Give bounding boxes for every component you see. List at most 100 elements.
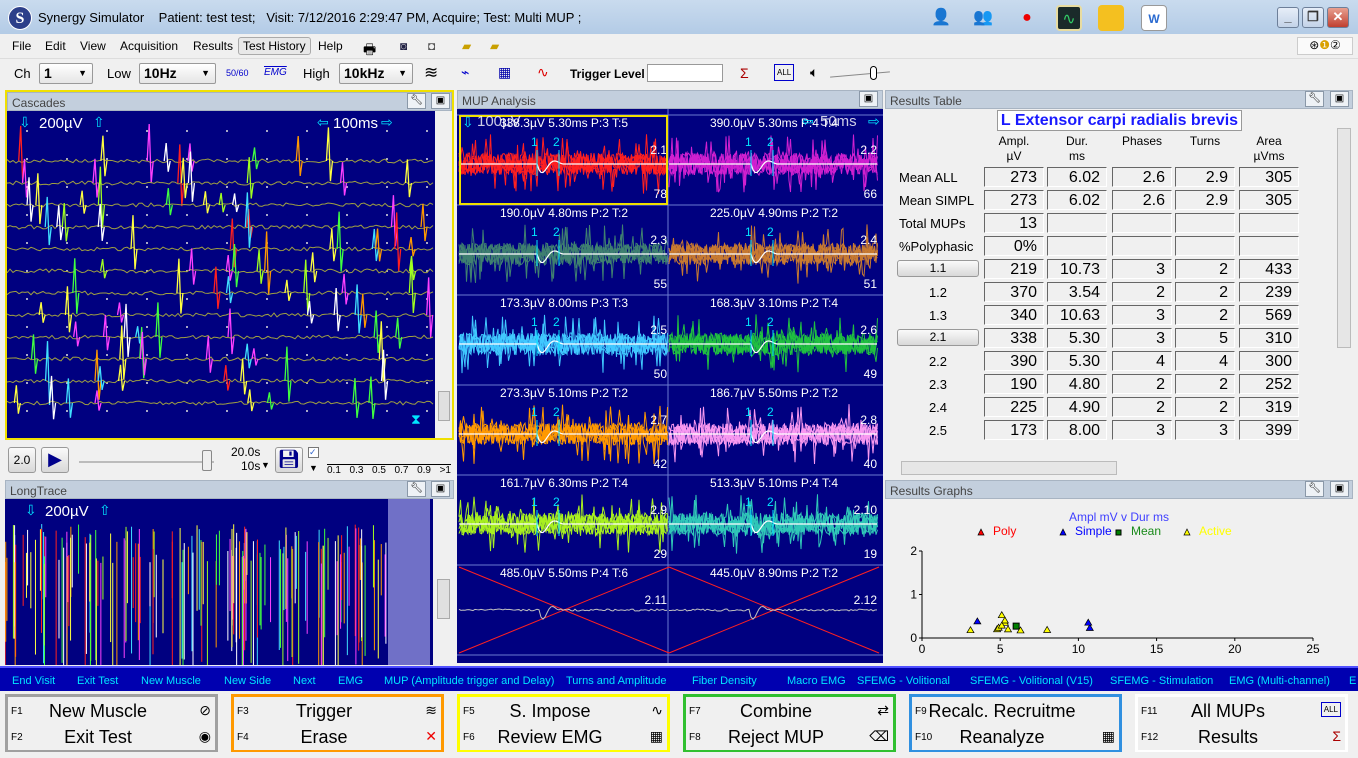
- mup-select-button[interactable]: 2.1: [897, 329, 979, 346]
- mup-cell[interactable]: 173.3µV 8.00ms P:3 T:3 2.5 50: [459, 295, 669, 385]
- gain-down-icon[interactable]: ⇩: [19, 114, 31, 131]
- test-tab[interactable]: New Muscle: [141, 675, 201, 687]
- video-off-icon[interactable]: ◘: [428, 39, 435, 53]
- timebase-right-icon[interactable]: ⇨: [381, 114, 393, 131]
- test-tab[interactable]: Fiber Density: [692, 675, 757, 687]
- trigger-level-input[interactable]: [647, 64, 723, 82]
- patient-import-icon[interactable]: 👥: [970, 5, 996, 31]
- fkey-s-impose-button[interactable]: F5 S. Impose ∿: [460, 698, 667, 724]
- mup-cell[interactable]: 190.0µV 4.80ms P:2 T:2 2.3 55: [459, 205, 669, 295]
- mup-cell[interactable]: 168.3µV 3.10ms P:2 T:4 2.6 49: [669, 295, 879, 385]
- mup-cell[interactable]: 513.3µV 5.10ms P:4 T:4 2.10 19: [669, 475, 879, 565]
- fkey-erase-button[interactable]: F4 Erase ✕: [234, 724, 441, 750]
- span-select[interactable]: 10s: [241, 459, 260, 473]
- fkey-reject-mup-button[interactable]: F8 Reject MUP ⌫: [686, 724, 893, 750]
- fkey-combine-button[interactable]: F7 Combine ⇄: [686, 698, 893, 724]
- test-tab[interactable]: SFEMG - Stimulation: [1110, 675, 1213, 687]
- gain-up-icon[interactable]: ⇧: [99, 502, 111, 519]
- gain-down-icon[interactable]: ⇩: [25, 502, 37, 519]
- test-tab[interactable]: SFEMG - Volitional: [857, 675, 950, 687]
- record-icon[interactable]: ●: [1014, 5, 1040, 31]
- gain-up-icon[interactable]: ⇧: [93, 114, 105, 131]
- fkey-recalc-recruitme-button[interactable]: F9 Recalc. Recruitme: [912, 698, 1119, 724]
- test-tab[interactable]: EMG: [338, 675, 363, 687]
- monitor-icon[interactable]: ∿: [1056, 5, 1082, 31]
- channel-select[interactable]: 1: [39, 63, 93, 84]
- mup-cell[interactable]: 445.0µV 8.90ms P:2 T:2 2.12: [669, 565, 879, 655]
- reject-mup-icon[interactable]: ⌁: [461, 64, 469, 81]
- wrench-icon[interactable]: 🔧︎: [1305, 91, 1324, 107]
- cascades-display[interactable]: ⇩ 200µV ⇧ ⇦ 100ms ⇨ ⧗: [6, 111, 435, 438]
- longtrace-scrollbar[interactable]: [435, 499, 452, 665]
- menu-results[interactable]: Results: [193, 39, 233, 53]
- longtrace-display[interactable]: ⇩ 200µV ⇧: [4, 499, 433, 665]
- all-mups-icon[interactable]: ALL: [774, 64, 795, 81]
- timebase-left-icon[interactable]: ⇦: [802, 113, 814, 130]
- results-sigma-icon[interactable]: Σ: [740, 65, 749, 81]
- panel-maximize-icon[interactable]: ▣: [1330, 481, 1349, 497]
- wrench-icon[interactable]: 🔧︎: [407, 93, 426, 109]
- test-tab[interactable]: Macro EMG: [787, 675, 846, 687]
- fkey-reanalyze-button[interactable]: F10 Reanalyze ▦: [912, 724, 1119, 750]
- menu-acquisition[interactable]: Acquisition: [120, 39, 178, 53]
- superimpose-icon[interactable]: ∿: [537, 64, 549, 81]
- fkey-results-button[interactable]: F12 Results Σ: [1138, 724, 1345, 750]
- test-tab[interactable]: Turns and Amplitude: [566, 675, 666, 687]
- wrench-icon[interactable]: 🔧︎: [1305, 481, 1324, 497]
- add-patient-icon[interactable]: 👤: [928, 5, 954, 31]
- camera-icon[interactable]: ◙: [400, 39, 407, 53]
- overlay-checkbox[interactable]: ✓: [308, 447, 319, 458]
- menu-edit[interactable]: Edit: [45, 39, 66, 53]
- results-hscrollbar[interactable]: [885, 460, 1336, 477]
- low-filter-select[interactable]: 10Hz: [139, 63, 216, 84]
- speed-button[interactable]: 2.0: [8, 447, 36, 473]
- volume-slider[interactable]: [830, 71, 890, 78]
- fkey-trigger-button[interactable]: F3 Trigger ≋: [234, 698, 441, 724]
- emg-filter-icon[interactable]: EMG: [264, 67, 287, 78]
- panel-maximize-icon[interactable]: ▣: [1330, 91, 1349, 107]
- test-tab[interactable]: Next: [293, 675, 316, 687]
- span-dropdown-icon[interactable]: ▼: [261, 460, 270, 470]
- mup-select-button[interactable]: 1.1: [897, 260, 979, 277]
- gain-down-icon[interactable]: ⇩: [462, 114, 474, 131]
- test-tab[interactable]: End Visit: [12, 675, 55, 687]
- panel-maximize-icon[interactable]: ▣: [431, 93, 450, 109]
- playback-slider-thumb[interactable]: [202, 450, 212, 471]
- folder-icon[interactable]: [1098, 5, 1124, 31]
- wrench-icon[interactable]: 🔧︎: [407, 481, 426, 497]
- minimize-button[interactable]: _: [1277, 7, 1299, 28]
- mup-cell[interactable]: 485.0µV 5.50ms P:4 T:6 2.11: [459, 565, 669, 655]
- test-tab[interactable]: MUP (Amplitude trigger and Delay): [384, 675, 554, 687]
- menu-view[interactable]: View: [80, 39, 106, 53]
- review-emg-icon[interactable]: ▦: [498, 64, 511, 81]
- close-button[interactable]: ✕: [1327, 7, 1349, 28]
- test-tab[interactable]: E: [1349, 675, 1356, 687]
- play-button[interactable]: ▶: [41, 447, 69, 473]
- folder-download-icon[interactable]: ▰: [490, 39, 499, 53]
- panel-maximize-icon[interactable]: ▣: [859, 91, 878, 107]
- folder-upload-icon[interactable]: ▰: [462, 39, 471, 53]
- fkey-all-mups-button[interactable]: F11 All MUPs ALL: [1138, 698, 1345, 724]
- menu-file[interactable]: File: [12, 39, 31, 53]
- word-report-icon[interactable]: W: [1141, 5, 1167, 31]
- mup-cell[interactable]: 161.7µV 6.30ms P:2 T:4 2.9 29: [459, 475, 669, 565]
- notch-filter-icon[interactable]: 50/60: [226, 68, 249, 78]
- timebase-left-icon[interactable]: ⇦: [317, 114, 329, 131]
- test-tab[interactable]: EMG (Multi-channel): [1229, 675, 1330, 687]
- volume-slider-thumb[interactable]: [870, 66, 877, 80]
- menu-test-history[interactable]: Test History: [238, 37, 311, 55]
- restore-button[interactable]: ❐: [1302, 7, 1324, 28]
- cascades-scrollbar[interactable]: [436, 111, 452, 438]
- test-tab[interactable]: Exit Test: [77, 675, 118, 687]
- speaker-icon[interactable]: 🔈︎: [810, 64, 818, 81]
- mup-cell[interactable]: 273.3µV 5.10ms P:2 T:2 2.7 42: [459, 385, 669, 475]
- fkey-review-emg-button[interactable]: F6 Review EMG ▦: [460, 724, 667, 750]
- save-icon[interactable]: 💾︎: [275, 447, 303, 473]
- test-tab[interactable]: SFEMG - Volitional (V15): [970, 675, 1093, 687]
- trigger-icon[interactable]: ≋: [424, 63, 438, 83]
- playback-slider[interactable]: [79, 461, 214, 463]
- menu-help[interactable]: Help: [318, 39, 343, 53]
- scale-dropdown-icon[interactable]: ▼: [309, 463, 318, 473]
- results-vscrollbar[interactable]: [1336, 110, 1352, 462]
- longtrace-view-window[interactable]: [388, 499, 430, 665]
